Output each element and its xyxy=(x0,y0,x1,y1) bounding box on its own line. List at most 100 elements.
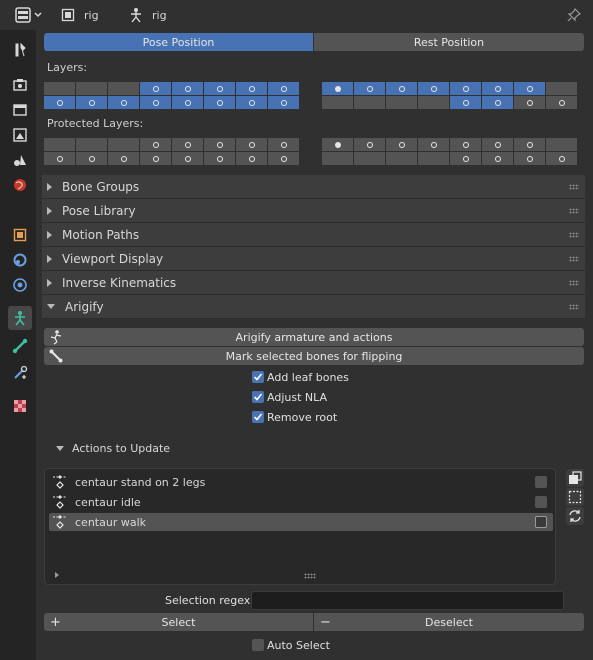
layer-toggle[interactable] xyxy=(482,96,513,109)
tab-scene[interactable] xyxy=(8,148,32,172)
tab-bone-constraint[interactable] xyxy=(8,361,32,385)
layer-toggle[interactable] xyxy=(354,82,385,95)
layer-toggle[interactable] xyxy=(322,96,353,109)
protected-layer-toggle[interactable] xyxy=(236,152,267,165)
protected-layer-toggle[interactable] xyxy=(172,152,203,165)
layer-toggle[interactable] xyxy=(322,82,353,95)
editor-type-button[interactable] xyxy=(14,6,46,24)
tab-bone[interactable] xyxy=(8,334,32,358)
tab-texture[interactable] xyxy=(8,394,32,418)
drag-handle-icon[interactable] xyxy=(569,280,579,286)
layer-toggle[interactable] xyxy=(140,96,171,109)
layer-toggle[interactable] xyxy=(76,82,107,95)
layer-toggle[interactable] xyxy=(204,96,235,109)
layer-toggle[interactable] xyxy=(546,96,577,109)
tab-view-layer[interactable] xyxy=(8,123,32,147)
auto-select-checkbox[interactable] xyxy=(252,639,264,651)
protected-layer-toggle[interactable] xyxy=(204,152,235,165)
action-checkbox[interactable] xyxy=(535,476,547,488)
layer-toggle[interactable] xyxy=(236,82,267,95)
tab-object[interactable] xyxy=(8,223,32,247)
resize-handle-icon[interactable] xyxy=(304,573,316,579)
filter-options-arrow-icon[interactable] xyxy=(55,572,59,578)
list-item[interactable]: centaur idle xyxy=(49,493,553,511)
drag-handle-icon[interactable] xyxy=(569,256,579,262)
list-item-selected[interactable]: centaur walk xyxy=(49,513,553,531)
add-leaf-bones-checkbox[interactable] xyxy=(252,371,264,383)
subpanel-arigify[interactable]: Arigify xyxy=(42,295,585,319)
layer-toggle[interactable] xyxy=(482,82,513,95)
layer-toggle[interactable] xyxy=(354,96,385,109)
drag-handle-icon[interactable] xyxy=(569,208,579,214)
protected-layer-toggle[interactable] xyxy=(322,138,353,151)
layer-toggle[interactable] xyxy=(172,82,203,95)
protected-layer-toggle[interactable] xyxy=(236,138,267,151)
tab-world[interactable] xyxy=(8,173,32,197)
subpanel-motion-paths[interactable]: Motion Paths xyxy=(42,223,585,247)
pose-position-button[interactable]: Pose Position xyxy=(44,33,313,51)
protected-layer-toggle[interactable] xyxy=(76,138,107,151)
protected-layer-toggle[interactable] xyxy=(44,152,75,165)
subpanel-pose-library[interactable]: Pose Library xyxy=(42,199,585,223)
tab-physics[interactable] xyxy=(8,273,32,297)
protected-layer-toggle[interactable] xyxy=(140,152,171,165)
arigify-armature-button[interactable]: Arigify armature and actions xyxy=(44,328,584,346)
layer-toggle[interactable] xyxy=(546,82,577,95)
protected-layer-toggle[interactable] xyxy=(418,152,449,165)
remove-root-checkbox[interactable] xyxy=(252,411,264,423)
layer-toggle[interactable] xyxy=(44,96,75,109)
armature-breadcrumb[interactable]: rig xyxy=(128,6,167,24)
layer-toggle[interactable] xyxy=(514,96,545,109)
layer-toggle[interactable] xyxy=(418,96,449,109)
tab-render[interactable] xyxy=(8,73,32,97)
selection-regex-input[interactable] xyxy=(251,591,564,610)
layer-toggle[interactable] xyxy=(108,82,139,95)
subpanel-viewport-display[interactable]: Viewport Display xyxy=(42,247,585,271)
subpanel-inverse-kinematics[interactable]: Inverse Kinematics xyxy=(42,271,585,295)
protected-layer-toggle[interactable] xyxy=(514,152,545,165)
protected-layer-toggle[interactable] xyxy=(546,138,577,151)
select-none-button[interactable] xyxy=(566,488,584,506)
mark-flip-button[interactable]: Mark selected bones for flipping xyxy=(44,347,584,365)
protected-layer-toggle[interactable] xyxy=(140,138,171,151)
layer-toggle[interactable] xyxy=(236,96,267,109)
protected-layer-toggle[interactable] xyxy=(172,138,203,151)
drag-handle-icon[interactable] xyxy=(569,304,579,310)
rest-position-button[interactable]: Rest Position xyxy=(314,33,584,51)
layer-toggle[interactable] xyxy=(76,96,107,109)
adjust-nla-checkbox[interactable] xyxy=(252,391,264,403)
action-checkbox[interactable] xyxy=(535,516,547,528)
tab-modifier[interactable] xyxy=(8,248,32,272)
layer-toggle[interactable] xyxy=(450,96,481,109)
protected-layer-toggle[interactable] xyxy=(482,152,513,165)
actions-list[interactable]: centaur stand on 2 legs centaur idle cen… xyxy=(44,468,556,585)
drag-handle-icon[interactable] xyxy=(569,232,579,238)
invert-selection-button[interactable] xyxy=(566,507,584,525)
layer-toggle[interactable] xyxy=(386,82,417,95)
protected-layer-toggle[interactable] xyxy=(354,138,385,151)
drag-handle-icon[interactable] xyxy=(569,184,579,190)
tab-output[interactable] xyxy=(8,98,32,122)
subpanel-bone-groups[interactable]: Bone Groups xyxy=(42,175,585,199)
protected-layer-toggle[interactable] xyxy=(354,152,385,165)
protected-layer-toggle[interactable] xyxy=(108,152,139,165)
protected-layer-toggle[interactable] xyxy=(386,152,417,165)
layer-toggle[interactable] xyxy=(268,96,299,109)
layer-toggle[interactable] xyxy=(172,96,203,109)
deselect-button[interactable]: − Deselect xyxy=(314,613,584,631)
layer-toggle[interactable] xyxy=(450,82,481,95)
protected-layer-toggle[interactable] xyxy=(44,138,75,151)
layer-toggle[interactable] xyxy=(44,82,75,95)
protected-layer-toggle[interactable] xyxy=(204,138,235,151)
protected-layer-toggle[interactable] xyxy=(268,138,299,151)
layer-toggle[interactable] xyxy=(386,96,417,109)
protected-layer-toggle[interactable] xyxy=(76,152,107,165)
select-all-button[interactable] xyxy=(566,469,584,487)
layer-toggle[interactable] xyxy=(268,82,299,95)
protected-layer-toggle[interactable] xyxy=(450,152,481,165)
protected-layer-toggle[interactable] xyxy=(546,152,577,165)
layer-toggle[interactable] xyxy=(204,82,235,95)
protected-layer-toggle[interactable] xyxy=(386,138,417,151)
actions-to-update-header[interactable]: Actions to Update xyxy=(56,440,170,456)
object-breadcrumb[interactable]: rig xyxy=(60,6,99,24)
